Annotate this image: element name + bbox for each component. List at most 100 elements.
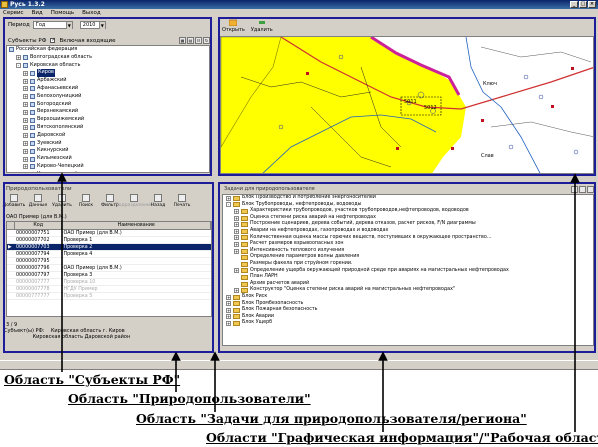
map-open-button[interactable]: Открыть [222, 19, 245, 33]
close-button[interactable]: × [588, 1, 596, 8]
users-toolbar-button[interactable]: Удалить [52, 192, 72, 214]
expand-icon[interactable]: + [234, 241, 239, 247]
include-nested-checkbox[interactable] [50, 37, 56, 43]
expand-icon[interactable]: + [226, 307, 231, 313]
task-tree-item[interactable]: + Блок Пожарная безопасность [223, 307, 593, 314]
expand-icon[interactable]: + [23, 148, 28, 154]
expand-icon[interactable]: + [234, 248, 239, 254]
expand-icon[interactable]: + [234, 288, 239, 294]
users-toolbar-button[interactable]: Печать [172, 192, 192, 214]
subject-tree-item[interactable]: + Вятскополянский [7, 124, 209, 132]
menu-exit[interactable]: Выход [82, 9, 101, 17]
menu-service[interactable]: Сервис [3, 9, 24, 17]
task-tree-item[interactable]: + Конструктор "Оценка степени риска авари… [223, 287, 593, 294]
subjects-tree[interactable]: Российская федерация + Волгоградская облас… [6, 45, 210, 173]
task-tree-item[interactable]: + Блок Производство и потребление энергон… [223, 195, 593, 202]
users-grid[interactable]: Код Наименование 00000007751 ОАО Пример (… [6, 221, 212, 317]
minimize-button[interactable]: _ [570, 1, 578, 8]
subject-tree-item[interactable]: + Верхнекамский [7, 108, 209, 116]
table-row[interactable]: ▶ 00000007703 Проверка 2 [7, 244, 211, 251]
subject-tree-item[interactable]: + Котельничский [7, 171, 209, 173]
task-tree-item[interactable]: Размеры факела при струйном горении. [223, 261, 593, 268]
expand-icon[interactable]: + [234, 208, 239, 214]
period-type-select[interactable]: Год ▼ [32, 21, 73, 29]
subject-tree-item[interactable]: + Волгоградская область [7, 54, 209, 62]
expand-icon[interactable]: + [226, 321, 231, 327]
expand-icon[interactable]: + [23, 172, 28, 173]
expand-icon[interactable]: + [234, 235, 239, 241]
refresh-icon[interactable]: ↻ [203, 37, 210, 44]
expand-icon[interactable]: + [234, 222, 239, 228]
subject-tree-item[interactable]: - Кировская область [7, 62, 209, 70]
expand-icon[interactable]: + [23, 164, 28, 170]
expand-icon[interactable]: + [23, 117, 28, 123]
expand-icon[interactable]: + [16, 55, 21, 61]
table-row[interactable]: 00000777777 Проверка 5 [7, 293, 211, 300]
expand-icon[interactable]: + [23, 125, 28, 131]
grid-icon[interactable] [571, 186, 578, 193]
task-tree-item[interactable]: + Определение ущерба окружающей природной… [223, 268, 593, 275]
subject-tree-item[interactable]: + Кирово-Чепецкий [7, 163, 209, 171]
subject-tree-item[interactable]: Российская федерация [7, 46, 209, 54]
expand-icon[interactable]: + [226, 294, 231, 300]
table-row[interactable]: 00000007794 Проверка 4 [7, 251, 211, 258]
table-row[interactable]: 00000007797 Проверка 3 [7, 272, 211, 279]
collapse-icon[interactable]: - [16, 62, 21, 68]
table-row[interactable]: 00000007777 Проверка 10 [7, 279, 211, 286]
expand-icon[interactable]: + [23, 86, 28, 92]
table-icon[interactable]: ▤ [187, 37, 194, 44]
expand-icon[interactable]: + [234, 215, 239, 221]
subject-tree-item[interactable]: + Белохолуницкий [7, 93, 209, 101]
tasks-tree[interactable]: + Блок Производство и потребление энергон… [222, 194, 594, 346]
task-tree-item[interactable]: + Блок Аварии [223, 314, 593, 321]
expand-icon[interactable]: + [234, 268, 239, 274]
task-tree-item[interactable]: + Построение сценариев, дерева событий, д… [223, 221, 593, 228]
users-toolbar-button[interactable]: Данные [28, 192, 48, 214]
subject-tree-item[interactable]: + Кикнурский [7, 147, 209, 155]
expand-icon[interactable]: + [23, 78, 28, 84]
map-delete-button[interactable]: Удалить [251, 19, 273, 33]
table-row[interactable]: 00000007778 НГДУ Пример [7, 286, 211, 293]
expand-icon[interactable]: + [23, 109, 28, 115]
expand-icon[interactable]: + [23, 94, 28, 100]
task-tree-item[interactable]: План ЛАРН [223, 274, 593, 281]
column-header-name[interactable]: Наименование [62, 222, 211, 229]
tree-icon[interactable]: ☷ [195, 37, 202, 44]
table-row[interactable]: 00000007795 [7, 258, 211, 265]
users-toolbar-button[interactable]: Назад [148, 192, 168, 214]
refresh-icon[interactable] [587, 186, 594, 193]
users-toolbar-button[interactable]: Поиск [76, 192, 96, 214]
column-header-code[interactable]: Код [15, 222, 63, 229]
expand-icon[interactable]: + [23, 140, 28, 146]
menu-help[interactable]: Помощь [51, 9, 74, 17]
task-tree-item[interactable]: + Блок Ущерб [223, 320, 593, 327]
table-row[interactable]: 00000007751 ОАО Пример (для В.М.) [7, 230, 211, 237]
period-year-select[interactable]: 2010 ▼ [79, 21, 106, 29]
table-row[interactable]: 00000007702 Проверка 1 [7, 237, 211, 244]
grid-icon[interactable]: ▦ [179, 37, 186, 44]
collapse-icon[interactable]: - [226, 202, 231, 208]
menu-view[interactable]: Вид [32, 9, 43, 17]
subject-tree-item[interactable]: + Верхошижемский [7, 116, 209, 124]
table-icon[interactable] [579, 186, 586, 193]
subject-tree-item[interactable]: + Арбажский [7, 77, 209, 85]
subject-tree-item[interactable]: + Афанасьевский [7, 85, 209, 93]
expand-icon[interactable]: + [226, 195, 231, 201]
expand-icon[interactable]: + [226, 314, 231, 320]
subject-tree-item[interactable]: + Даровской [7, 132, 209, 140]
task-tree-item[interactable]: Определение параметров волны давления [223, 254, 593, 261]
expand-icon[interactable]: + [23, 70, 28, 76]
expand-icon[interactable]: + [23, 101, 28, 107]
task-tree-item[interactable]: + Аварии на нефтепроводах, газопроводах и… [223, 228, 593, 235]
expand-icon[interactable]: + [23, 156, 28, 162]
table-row[interactable]: 00000007796 ОАО Пример (для В.М.) [7, 265, 211, 272]
map-canvas[interactable]: 5011 5012 Ключ Слав [220, 36, 594, 174]
users-toolbar-button[interactable]: Подразделения [115, 192, 153, 214]
maximize-button[interactable]: □ [579, 1, 587, 8]
users-toolbar-button[interactable]: Добавить [3, 192, 25, 214]
expand-icon[interactable]: + [23, 133, 28, 139]
task-tree-item[interactable]: + Характеристики трубопроводов, участков … [223, 208, 593, 215]
expand-icon[interactable]: + [226, 301, 231, 307]
task-tree-item[interactable]: + Расчет размеров взрывоопасных зон [223, 241, 593, 248]
expand-icon[interactable]: + [234, 228, 239, 234]
